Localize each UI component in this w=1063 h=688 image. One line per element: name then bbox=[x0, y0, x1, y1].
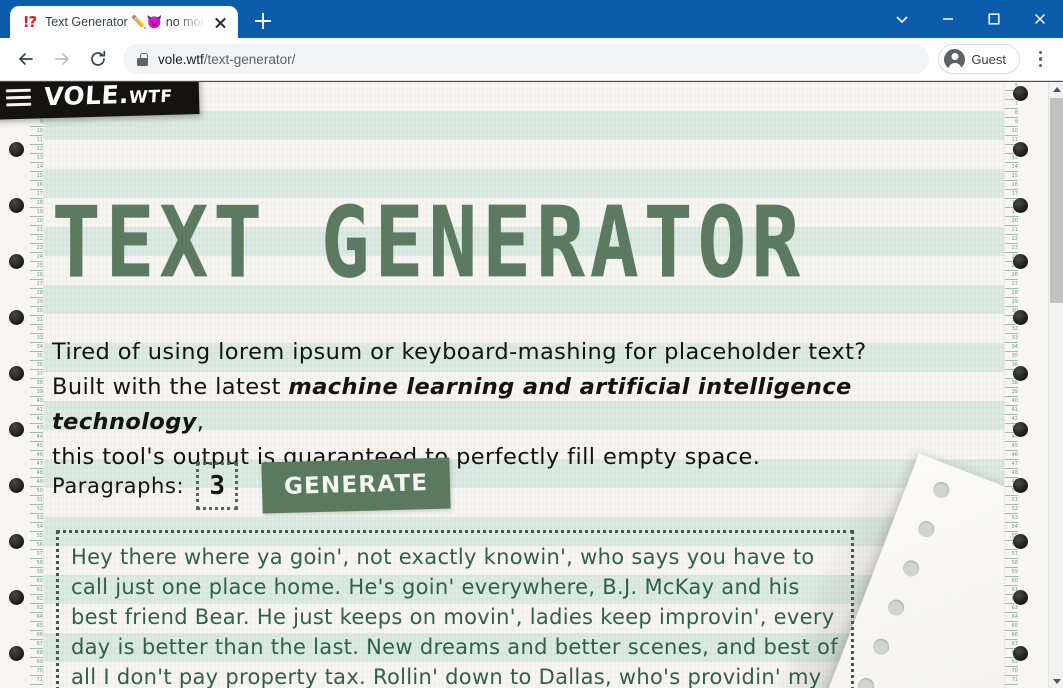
feed-hole bbox=[9, 422, 24, 437]
paper-feed-right: 5678910111213141516171819202122232425262… bbox=[1004, 82, 1048, 688]
intro-line-2-post: , bbox=[196, 409, 205, 435]
browser-window: !? Text Generator ✏️😈 no more lo bbox=[0, 0, 1063, 688]
strip-hole bbox=[900, 558, 922, 579]
browser-titlebar: !? Text Generator ✏️😈 no more lo bbox=[0, 0, 1063, 38]
feed-hole bbox=[9, 478, 24, 493]
tab-search-icon[interactable] bbox=[879, 3, 925, 35]
feed-hole bbox=[1013, 534, 1028, 549]
feed-hole bbox=[9, 310, 24, 325]
interrobang-icon: !? bbox=[22, 12, 38, 31]
page-viewport: TEXT GENERATOR Tired of using lorem ipsu… bbox=[0, 82, 1063, 688]
intro-line-2-pre: Built with the latest bbox=[52, 374, 289, 400]
feed-hole bbox=[9, 254, 24, 269]
strip-hole bbox=[855, 675, 877, 688]
feed-hole bbox=[1013, 198, 1028, 213]
brand-suffix: WTF bbox=[128, 86, 173, 108]
feed-hole bbox=[9, 590, 24, 605]
feed-hole bbox=[9, 534, 24, 549]
close-tab-icon[interactable] bbox=[212, 14, 229, 31]
generate-button[interactable]: GENERATE bbox=[261, 457, 452, 514]
back-icon[interactable] bbox=[9, 42, 43, 76]
intro-paragraph: Tired of using lorem ipsum or keyboard-m… bbox=[52, 335, 982, 475]
profile-button[interactable]: Guest bbox=[938, 44, 1020, 74]
browser-tab[interactable]: !? Text Generator ✏️😈 no more lo bbox=[10, 6, 238, 38]
feed-hole bbox=[1013, 366, 1028, 381]
strip-hole bbox=[885, 597, 907, 618]
brand-wordmark: VOLE.WTF bbox=[43, 82, 173, 112]
strip-hole bbox=[870, 636, 892, 658]
browser-menu-icon[interactable] bbox=[1026, 44, 1054, 74]
feed-hole bbox=[9, 646, 24, 661]
scroll-up-icon[interactable] bbox=[1049, 82, 1063, 97]
url-path: /text-generator/ bbox=[203, 51, 296, 67]
output-textarea[interactable]: Hey there where ya goin', not exactly kn… bbox=[56, 530, 854, 688]
feed-hole bbox=[1013, 422, 1028, 437]
feed-hole bbox=[1013, 254, 1028, 269]
window-controls bbox=[879, 0, 1063, 38]
feed-hole bbox=[9, 142, 24, 157]
address-bar[interactable]: vole.wtf/text-generator/ bbox=[123, 44, 930, 74]
paragraphs-input[interactable] bbox=[196, 461, 239, 510]
paper-feed-left: 5678910111213141516171819202122232425262… bbox=[0, 82, 44, 688]
tab-title: Text Generator ✏️😈 no more lo bbox=[45, 14, 205, 29]
new-tab-button[interactable] bbox=[248, 6, 278, 36]
feed-hole bbox=[9, 366, 24, 381]
minimize-icon[interactable] bbox=[925, 3, 971, 35]
ruler-strip-left: 5678910111213141516171819202122232425262… bbox=[30, 82, 43, 688]
brand-main: VOLE bbox=[43, 82, 120, 112]
lock-icon bbox=[137, 52, 148, 66]
feed-hole bbox=[9, 198, 24, 213]
feed-hole bbox=[1013, 86, 1028, 101]
reload-icon[interactable] bbox=[81, 42, 115, 76]
page-body: TEXT GENERATOR Tired of using lorem ipsu… bbox=[0, 82, 1048, 688]
tab-strip: !? Text Generator ✏️😈 no more lo bbox=[0, 0, 879, 38]
profile-label: Guest bbox=[971, 51, 1006, 67]
strip-hole bbox=[915, 518, 937, 540]
feed-hole bbox=[1013, 142, 1028, 157]
avatar bbox=[944, 48, 966, 70]
strip-hole bbox=[930, 479, 952, 501]
intro-line-1: Tired of using lorem ipsum or keyboard-m… bbox=[52, 339, 867, 365]
site-logo-banner[interactable]: VOLE.WTF bbox=[0, 82, 200, 120]
generator-controls: Paragraphs: GENERATE bbox=[52, 457, 452, 514]
paragraphs-label: Paragraphs: bbox=[52, 473, 185, 498]
close-window-icon[interactable] bbox=[1017, 3, 1063, 35]
feed-hole bbox=[1013, 478, 1028, 493]
feed-hole bbox=[1013, 310, 1028, 325]
maximize-icon[interactable] bbox=[971, 3, 1017, 35]
scroll-down-icon[interactable] bbox=[1049, 673, 1063, 688]
forward-icon[interactable] bbox=[45, 42, 79, 76]
hamburger-menu-icon[interactable] bbox=[5, 88, 32, 107]
page-title: TEXT GENERATOR bbox=[52, 185, 806, 299]
url-host: vole.wtf bbox=[158, 51, 204, 67]
page-scrollbar[interactable] bbox=[1048, 82, 1063, 688]
url-text: vole.wtf/text-generator/ bbox=[158, 52, 295, 67]
browser-toolbar: vole.wtf/text-generator/ Guest bbox=[0, 38, 1063, 81]
feed-hole bbox=[1013, 590, 1028, 605]
scrollbar-thumb[interactable] bbox=[1050, 98, 1063, 303]
feed-hole bbox=[1013, 646, 1028, 661]
intro-line-2: Built with the latest machine learning a… bbox=[52, 370, 982, 440]
